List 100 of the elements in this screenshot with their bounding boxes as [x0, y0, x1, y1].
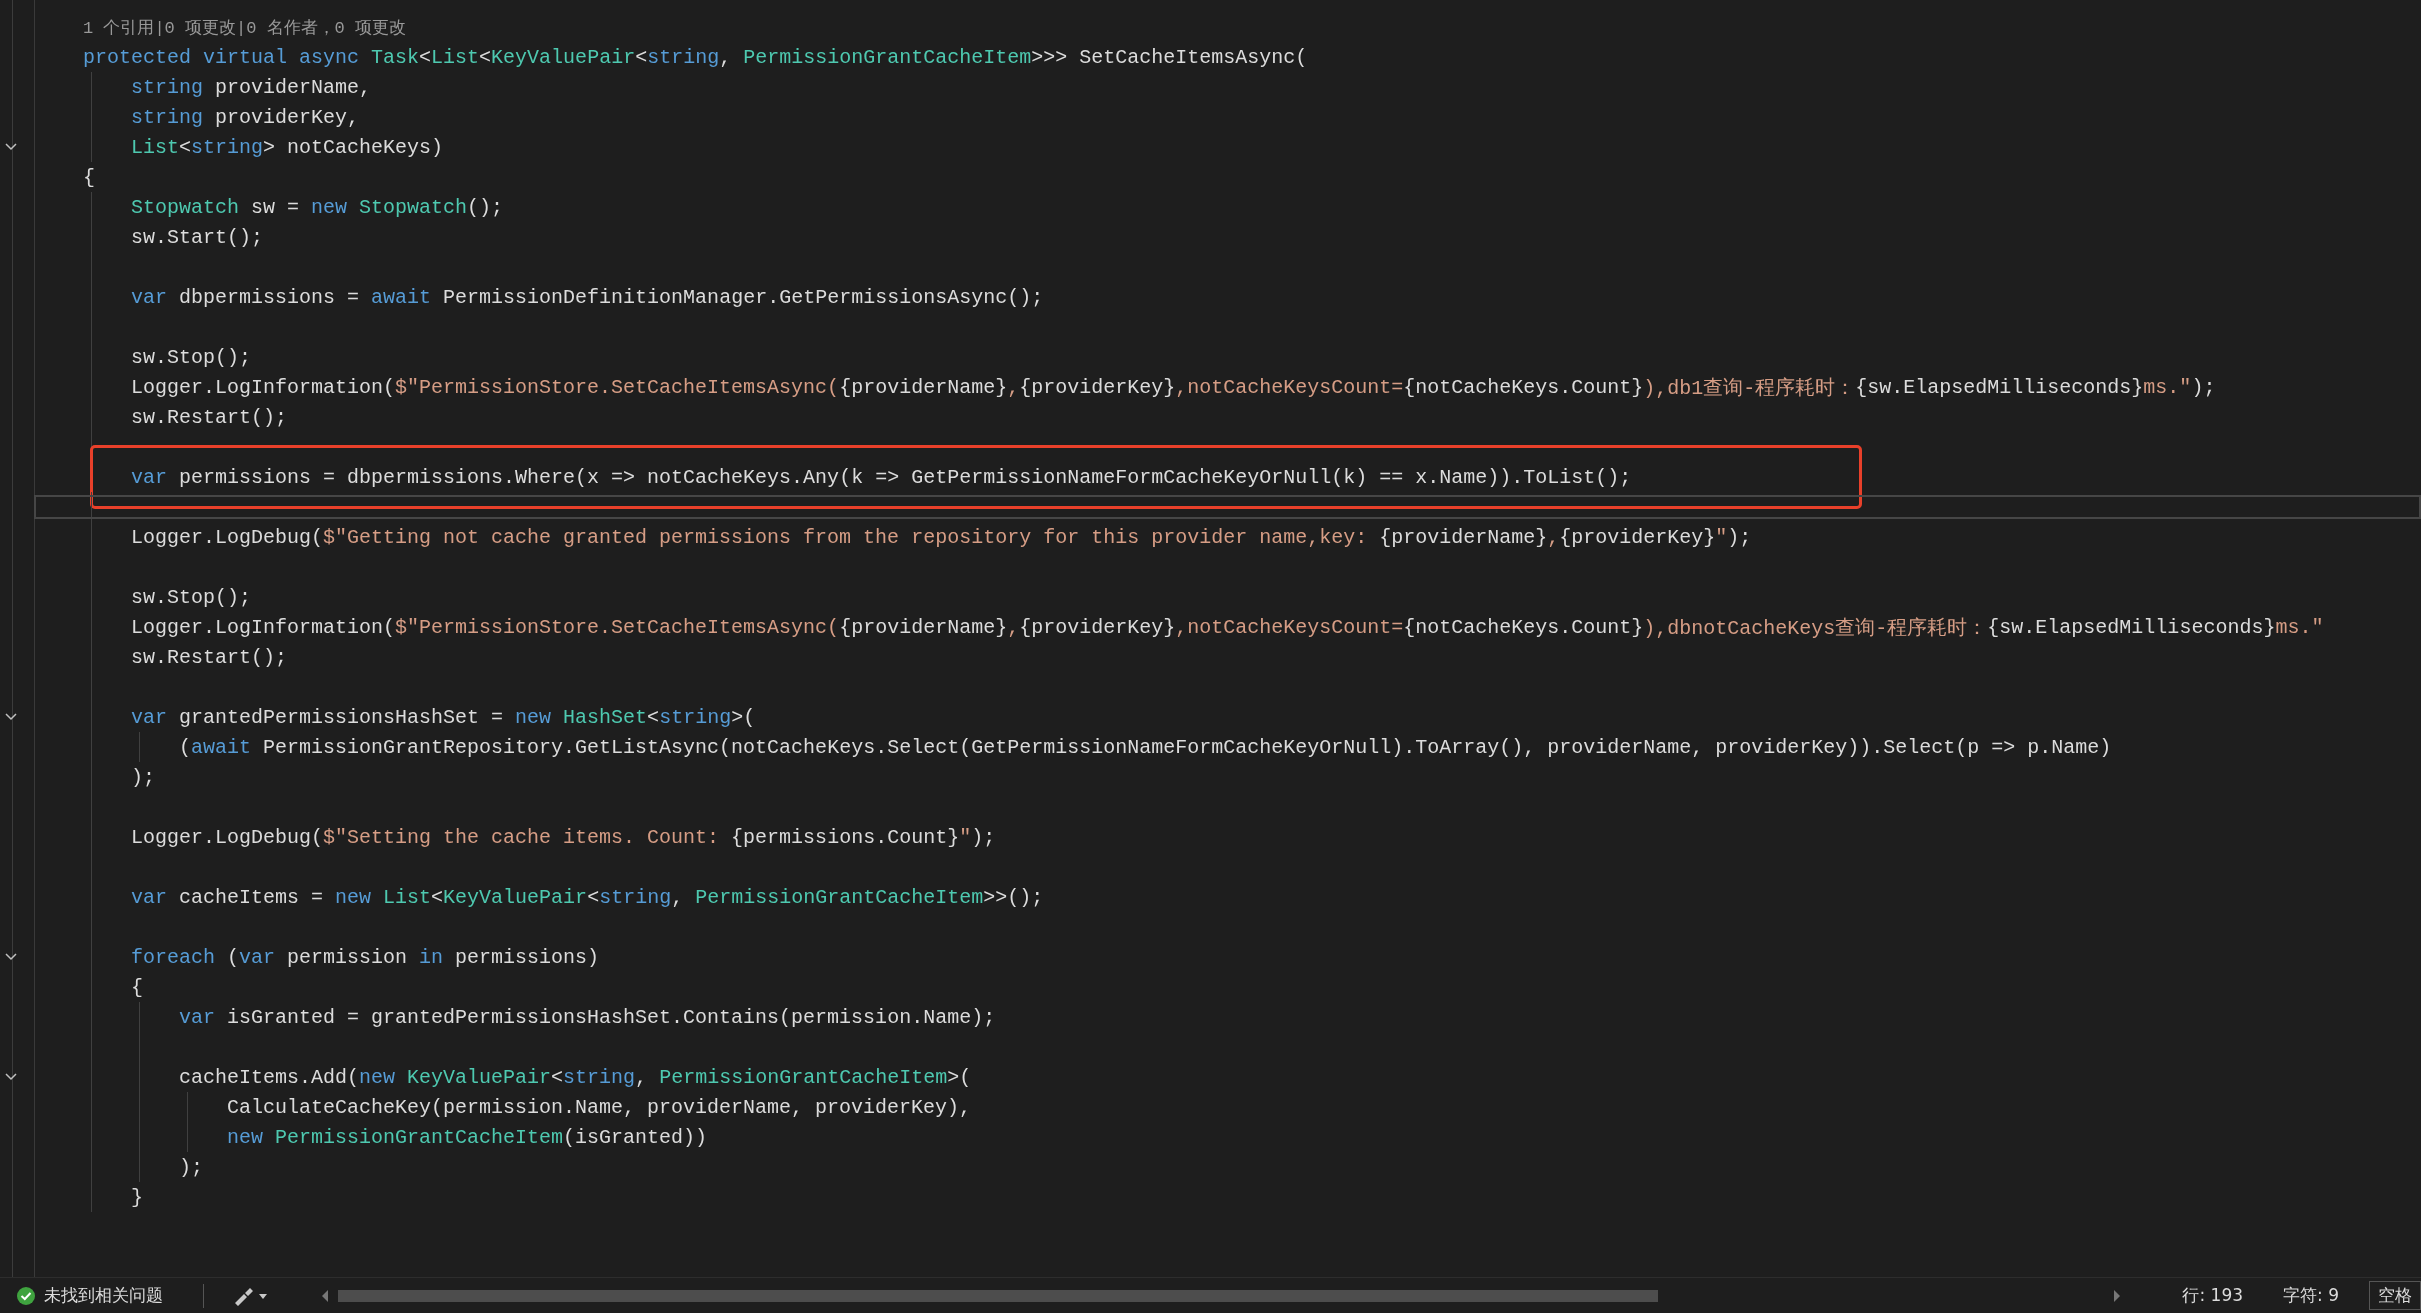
code-text: sw.Restart(); [131, 645, 288, 669]
code-text: {notCacheKeys.Count} [1403, 375, 1644, 399]
code-text: {sw.ElapsedMilliseconds} [1855, 375, 2144, 399]
code-text: ( [179, 735, 191, 759]
code-text: (); [467, 195, 504, 219]
code-text: Logger.LogDebug( [131, 825, 324, 849]
code-text: {permissions.Count} [731, 825, 960, 849]
type-name: KeyValuePair [407, 1065, 552, 1089]
code-text: PermissionGrantRepository.GetListAsync(notCacheKeys.Select(GetPermissionNameFormCacheKeyOrNull).ToArray(), providerName, providerKey)).Select(p => p.Name) [262, 735, 2112, 759]
code-text: } [131, 1185, 143, 1209]
keyword: var [131, 705, 167, 729]
string-literal: , [1007, 375, 1020, 399]
type-name: KeyValuePair [443, 885, 588, 909]
code-text: {notCacheKeys.Count} [1403, 615, 1644, 639]
keyword: var [179, 1005, 215, 1029]
keyword: string [563, 1065, 636, 1089]
code-text: isGranted = grantedPermissionsHashSet.Contains(permission.Name); [226, 1005, 996, 1029]
string-literal: $"Getting not cache granted permissions from the repository for this provider name,key: [323, 525, 1369, 549]
type-name: HashSet [563, 705, 648, 729]
type-name: PermissionGrantCacheItem [695, 885, 984, 909]
code-text: < [419, 45, 432, 69]
code-text: {providerKey} [1019, 375, 1176, 399]
code-text: permission [286, 945, 409, 969]
check-icon [16, 1285, 36, 1306]
string-literal: , [1007, 615, 1020, 639]
keyword: var [131, 285, 167, 309]
keyword: var [131, 885, 167, 909]
type-name: Stopwatch [131, 195, 240, 219]
code-text: {sw.ElapsedMilliseconds} [1987, 615, 2276, 639]
indent-guide [139, 732, 140, 762]
type-name: PermissionGrantCacheItem [743, 45, 1032, 69]
keyword: string [659, 705, 732, 729]
code-text: sw.Stop(); [131, 345, 252, 369]
code-text: {providerName} [839, 615, 1008, 639]
keyword: new [335, 885, 373, 909]
code-text: ); [179, 1155, 203, 1179]
problems-status[interactable]: 未找到相关问题 [44, 1284, 163, 1307]
code-text: grantedPermissionsHashSet = [178, 705, 505, 729]
string-literal: ms." [2143, 375, 2192, 399]
code-text: {providerName} [1379, 525, 1548, 549]
keyword: string [131, 75, 203, 99]
code-text: cacheItems.Add( [179, 1065, 360, 1089]
type-name: List [383, 885, 432, 909]
code-text: >>(); [983, 885, 1044, 909]
string-literal: $"PermissionStore.SetCacheItemsAsync( [395, 375, 840, 399]
keyword: new [227, 1125, 264, 1149]
code-text: , [635, 1065, 649, 1089]
code-text: { [83, 165, 95, 189]
type-name: PermissionGrantCacheItem [659, 1065, 948, 1089]
keyword: string [191, 135, 264, 159]
keyword: var [131, 465, 167, 489]
string-literal: " [959, 825, 972, 849]
keyword: var [239, 945, 276, 969]
scroll-left-icon[interactable] [320, 1288, 330, 1303]
keyword: string [647, 45, 720, 69]
code-text: CalculateCacheKey(permission.Name, providerName, providerKey), [227, 1095, 972, 1119]
code-text: Logger.LogInformation( [131, 615, 396, 639]
code-text: dbpermissions = [178, 285, 361, 309]
scrollbar-thumb[interactable] [338, 1289, 1658, 1302]
string-literal: ,notCacheKeysCount= [1175, 375, 1404, 399]
code-text: permissions) [454, 945, 600, 969]
code-text: < [431, 885, 444, 909]
code-text: < [179, 135, 192, 159]
code-text: sw = [250, 195, 301, 219]
code-text: ); [2191, 375, 2216, 399]
code-text: < [551, 1065, 564, 1089]
scroll-right-icon[interactable] [2112, 1288, 2123, 1303]
keyword: protected virtual async [83, 45, 361, 69]
type-name: Task [371, 45, 420, 69]
code-lens-info[interactable]: 1 个引用|0 项更改|0 名作者，0 项更改 [83, 15, 407, 39]
string-literal: , [1547, 525, 1560, 549]
keyword: await [371, 285, 432, 309]
string-literal: $"PermissionStore.SetCacheItemsAsync( [395, 615, 840, 639]
code-text: ( [226, 945, 240, 969]
spacing-status[interactable]: 空格 [2369, 1281, 2421, 1310]
code-text: providerKey, [214, 105, 360, 129]
type-name: Stopwatch [359, 195, 468, 219]
keyword: string [599, 885, 672, 909]
keyword: string [131, 105, 203, 129]
code-text: < [479, 45, 492, 69]
code-text: , [719, 45, 733, 69]
code-text: sw.Restart(); [131, 405, 288, 429]
type-name: PermissionGrantCacheItem [275, 1125, 564, 1149]
keyword: await [191, 735, 252, 759]
code-text: ); [131, 765, 155, 789]
code-text: Logger.LogDebug( [131, 525, 324, 549]
code-text: < [587, 885, 600, 909]
code-text: < [635, 45, 648, 69]
code-text: {providerKey} [1019, 615, 1176, 639]
type-name: List [131, 135, 179, 159]
code-text: cacheItems = [178, 885, 325, 909]
line-number-status[interactable]: 行: 193 [2182, 1284, 2244, 1307]
code-text: PermissionDefinitionManager.GetPermissionsAsync(); [442, 285, 1044, 309]
code-text: > notCacheKeys) [263, 135, 444, 159]
code-text: sw.Stop(); [131, 585, 252, 609]
string-literal: " [1715, 525, 1728, 549]
code-text: {providerName} [839, 375, 1008, 399]
string-literal: ms." [2275, 615, 2324, 639]
keyword: new [359, 1065, 397, 1089]
column-status[interactable]: 字符: 9 [2283, 1284, 2339, 1307]
